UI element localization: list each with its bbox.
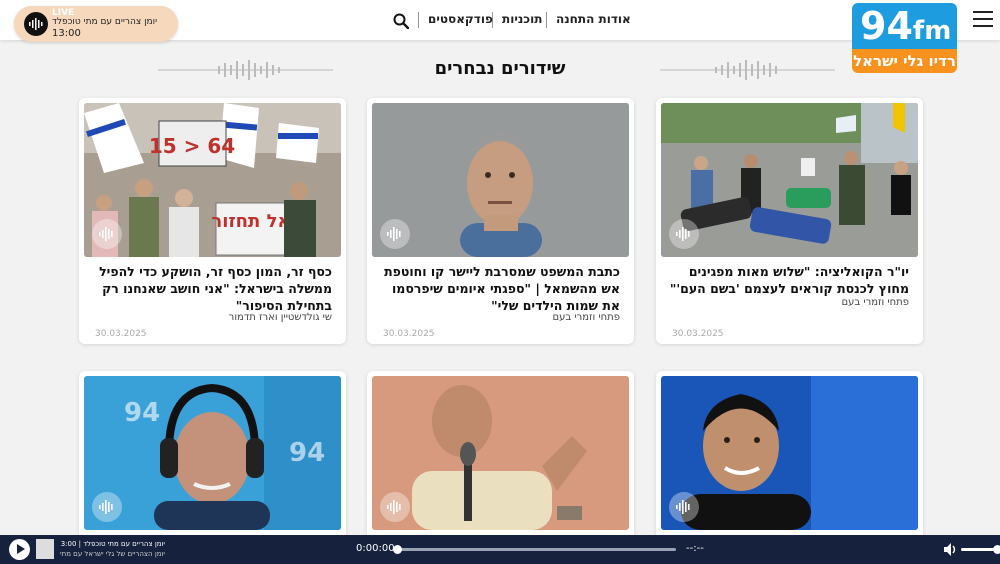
episode-date: 30.03.2025 <box>383 329 435 339</box>
section-title: שידורים נבחרים <box>434 58 566 79</box>
episode-card[interactable]: 94 94 <box>79 371 346 541</box>
audio-player-bar: יומן צהריים עם מתי טוכפלד | 13:00 יומן ה… <box>0 535 1000 564</box>
episode-image <box>372 103 629 257</box>
volume-slider[interactable] <box>961 545 1000 554</box>
episode-date: 30.03.2025 <box>672 329 724 339</box>
svg-text:94: 94 <box>289 438 325 468</box>
svg-text:94: 94 <box>124 398 160 428</box>
episode-title[interactable]: יו"ר הקואליציה: "שלוש מאות מפגינים מחוץ … <box>666 263 909 297</box>
nav-item-podcasts[interactable]: פודקאסטים <box>428 12 493 26</box>
episode-author: שי גולדשטיין וארז תדמור <box>228 312 332 323</box>
episode-card[interactable]: 15 > 64 אל תחזור כסף זר, המון כסף זר, הו… <box>79 98 346 344</box>
episode-image: 94 94 <box>84 376 341 530</box>
episode-image <box>372 376 629 530</box>
protest-sign-text: אל תחזור <box>211 211 290 232</box>
logo-suffix: fm <box>912 16 952 46</box>
search-icon[interactable] <box>393 13 409 29</box>
live-show-name: יומן צהריים עם מתי טוכפלד <box>52 17 158 27</box>
site-header: אודות התחנה תוכניות פודקאסטים LIVE יומן … <box>0 0 1000 42</box>
episode-card[interactable]: יו"ר הקואליציה: "שלוש מאות מפגינים מחוץ … <box>656 98 923 344</box>
volume-icon[interactable] <box>944 543 958 556</box>
player-show-thumbnail <box>36 539 54 559</box>
episode-title[interactable]: כתבת המשפט שמסרבת ליישר קו וחוטפת אש מהש… <box>377 263 620 314</box>
protest-sign-numbers: 15 > 64 <box>149 134 235 158</box>
player-remaining-time: --:-- <box>686 543 704 554</box>
episode-author: פתחי וזמרי בעם <box>841 297 909 308</box>
episode-image <box>661 376 918 530</box>
audio-icon <box>380 492 410 522</box>
live-waveform-icon <box>24 12 48 36</box>
episode-image: 15 > 64 אל תחזור <box>84 103 341 257</box>
episode-title[interactable]: כסף זר, המון כסף זר, הושקע כדי להפיל ממש… <box>89 263 332 314</box>
episode-author: פתחי וזמרי בעם <box>552 312 620 323</box>
episode-card[interactable] <box>367 371 634 541</box>
progress-handle[interactable] <box>393 545 402 554</box>
nav-divider <box>546 12 547 28</box>
logo-number: 94 <box>860 4 913 48</box>
audio-icon <box>380 219 410 249</box>
site-logo[interactable]: 94fm רדיו גלי ישראל <box>852 3 957 73</box>
player-description: יומן הצהריים של גלי ישראל עם מתי טוכפלד <box>60 550 165 558</box>
episode-card[interactable]: כתבת המשפט שמסרבת ליישר קו וחוטפת אש מהש… <box>367 98 634 344</box>
player-elapsed-time: 0:00:00 <box>356 543 395 554</box>
live-stream-button[interactable]: LIVE יומן צהריים עם מתי טוכפלד 13:00 <box>14 6 178 42</box>
live-show-time: 13:00 <box>52 28 81 39</box>
play-button[interactable] <box>9 539 30 560</box>
player-now-playing: יומן צהריים עם מתי טוכפלד | 13:00 <box>60 540 165 548</box>
nav-divider <box>418 12 419 28</box>
episode-image <box>661 103 918 257</box>
player-progress-bar[interactable] <box>393 545 676 554</box>
volume-handle[interactable] <box>993 545 1000 554</box>
episode-date: 30.03.2025 <box>95 329 147 339</box>
menu-icon[interactable] <box>973 11 993 27</box>
logo-station-name: רדיו גלי ישראל <box>852 49 957 73</box>
nav-item-about[interactable]: אודות התחנה <box>556 12 631 26</box>
sound-wave-decoration <box>660 60 835 80</box>
audio-icon <box>669 219 699 249</box>
audio-icon <box>92 219 122 249</box>
nav-item-programs[interactable]: תוכניות <box>502 12 542 26</box>
audio-icon <box>92 492 122 522</box>
episode-card[interactable] <box>656 371 923 541</box>
audio-icon <box>669 492 699 522</box>
